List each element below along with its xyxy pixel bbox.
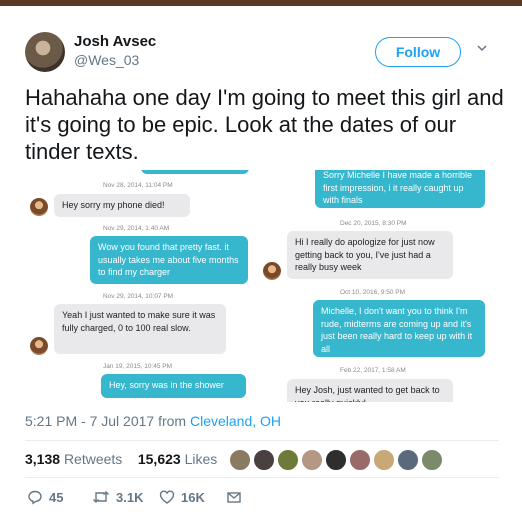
liker-avatar[interactable] bbox=[349, 449, 371, 471]
likes-label: Likes bbox=[184, 451, 218, 467]
match-avatar bbox=[30, 337, 48, 355]
timestamp: Dec 20, 2015, 8:30 PM bbox=[340, 220, 407, 227]
liker-avatar[interactable] bbox=[253, 449, 275, 471]
timestamp: Oct 10, 2016, 9:50 PM bbox=[340, 289, 406, 296]
tweet-time: 5:21 PM - 7 Jul 2017 from bbox=[25, 413, 190, 429]
liker-avatar[interactable] bbox=[325, 449, 347, 471]
message-bubble-received: Hey sorry my phone died! bbox=[54, 194, 190, 217]
message-icon[interactable] bbox=[226, 489, 242, 505]
tweet-stats: 3,138 Retweets 15,623 Likes bbox=[25, 451, 217, 467]
tweet-timestamp: 5:21 PM - 7 Jul 2017 from Cleveland, OH bbox=[25, 413, 281, 429]
timestamp: Jan 19, 2015, 10:45 PM bbox=[103, 363, 173, 370]
retweets-stat[interactable]: 3,138 Retweets bbox=[25, 451, 122, 467]
follow-button[interactable]: Follow bbox=[375, 37, 461, 67]
reply-icon[interactable] bbox=[27, 489, 43, 505]
likes-count: 15,623 bbox=[137, 451, 181, 467]
bubble-cutoff bbox=[141, 170, 249, 174]
chevron-down-icon[interactable] bbox=[476, 42, 488, 54]
message-bubble-received: Hi I really do apologize for just now ge… bbox=[287, 231, 453, 279]
match-avatar bbox=[30, 198, 48, 216]
liker-avatar[interactable] bbox=[397, 449, 419, 471]
timestamp: Feb 22, 2017, 1:58 AM bbox=[340, 367, 406, 374]
retweets-count: 3,138 bbox=[25, 451, 61, 467]
liker-avatar[interactable] bbox=[277, 449, 299, 471]
retweet-count: 3.1K bbox=[116, 489, 144, 505]
match-avatar bbox=[263, 262, 281, 280]
divider bbox=[25, 440, 499, 441]
liker-avatar[interactable] bbox=[421, 449, 443, 471]
like-action[interactable]: 16K bbox=[159, 489, 205, 505]
tweet-location-link[interactable]: Cleveland, OH bbox=[190, 413, 281, 429]
message-bubble-sent: Sorry Michelle I have made a horrible fi… bbox=[315, 170, 485, 208]
heart-icon[interactable] bbox=[159, 489, 175, 505]
user-name[interactable]: Josh Avsec bbox=[74, 33, 156, 50]
retweet-icon[interactable] bbox=[92, 489, 110, 505]
timestamp: Nov 29, 2014, 10:07 PM bbox=[103, 293, 174, 300]
message-action[interactable] bbox=[226, 489, 248, 505]
liker-avatar[interactable] bbox=[373, 449, 395, 471]
reply-count: 45 bbox=[49, 489, 64, 505]
message-bubble-sent: Wow you found that pretty fast. it usual… bbox=[90, 236, 248, 284]
user-handle[interactable]: @Wes_03 bbox=[74, 52, 139, 68]
tweet-image[interactable]: Nov 28, 2014, 11:04 PM Hey sorry my phon… bbox=[23, 170, 498, 402]
message-bubble-received: Hey Josh, just wanted to get back to you… bbox=[287, 379, 453, 402]
reply-action[interactable]: 45 bbox=[27, 489, 63, 505]
like-count: 16K bbox=[181, 489, 205, 505]
timestamp: Nov 29, 2014, 1:40 AM bbox=[103, 225, 170, 232]
retweet-action[interactable]: 3.1K bbox=[92, 489, 143, 505]
likes-stat[interactable]: 15,623 Likes bbox=[138, 451, 217, 467]
timestamp: Nov 28, 2014, 11:04 PM bbox=[103, 182, 173, 189]
retweets-label: Retweets bbox=[63, 451, 123, 467]
liker-avatar[interactable] bbox=[301, 449, 323, 471]
tweet-text: Hahahaha one day I'm going to meet this … bbox=[25, 85, 504, 164]
message-bubble-sent: Michelle, I don't want you to think I'm … bbox=[313, 300, 485, 357]
message-bubble-sent: Hey, sorry was in the shower bbox=[101, 374, 246, 398]
divider bbox=[25, 477, 499, 478]
liker-avatar[interactable] bbox=[229, 449, 251, 471]
avatar[interactable] bbox=[25, 32, 65, 72]
top-border bbox=[0, 0, 522, 6]
message-bubble-received: Yeah I just wanted to make sure it was f… bbox=[54, 304, 226, 354]
